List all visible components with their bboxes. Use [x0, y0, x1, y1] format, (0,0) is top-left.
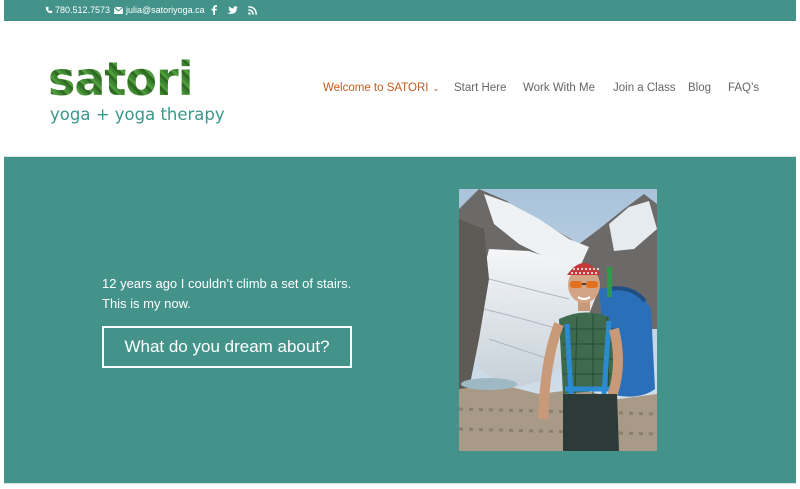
- hero-line-1: 12 years ago I couldn’t climb a set of s…: [102, 276, 352, 291]
- site-frame: 780.512.7573 julia@satoriyoga.ca satori …: [4, 0, 796, 489]
- twitter-icon: [226, 5, 238, 14]
- facebook-link[interactable]: [208, 4, 220, 16]
- nav-item-blog[interactable]: Blog: [688, 82, 711, 94]
- logo-wordmark: satori: [48, 52, 193, 106]
- email-address: julia@satoriyoga.ca: [126, 5, 205, 15]
- phone-contact[interactable]: 780.512.7573: [45, 5, 110, 15]
- hero-section: 12 years ago I couldn’t climb a set of s…: [4, 157, 796, 483]
- site-header: satori yoga + yoga therapy Welcome to SA…: [4, 21, 796, 157]
- hero-line-2: This is my now.: [102, 296, 191, 311]
- hiker-photo: [459, 189, 657, 451]
- nav-item-welcome[interactable]: Welcome to SATORI ⌄: [323, 82, 439, 94]
- nav-item-join-a-class[interactable]: Join a Class: [613, 82, 676, 94]
- twitter-link[interactable]: [226, 4, 238, 16]
- nav-item-label: Work With Me: [523, 82, 595, 94]
- logo-tagline: yoga + yoga therapy: [50, 105, 225, 124]
- page: 780.512.7573 julia@satoriyoga.ca satori …: [0, 0, 800, 489]
- nav-item-label: Welcome to SATORI: [323, 82, 429, 94]
- dream-cta-button[interactable]: What do you dream about?: [102, 326, 352, 368]
- site-logo[interactable]: satori yoga + yoga therapy: [48, 53, 248, 131]
- mail-icon: [114, 6, 123, 14]
- phone-number: 780.512.7573: [55, 5, 111, 15]
- hiker-photo-illustration: [459, 189, 657, 451]
- nav-item-label: Blog: [688, 82, 712, 94]
- hero-text: 12 years ago I couldn’t climb a set of s…: [102, 274, 351, 314]
- chevron-down-icon: ⌄: [432, 83, 440, 93]
- nav-item-start-here[interactable]: Start Here: [454, 82, 506, 94]
- section-divider: [4, 483, 796, 484]
- facebook-icon: [211, 5, 217, 15]
- email-contact[interactable]: julia@satoriyoga.ca: [114, 5, 205, 15]
- top-bar: 780.512.7573 julia@satoriyoga.ca: [4, 0, 796, 21]
- rss-icon: [247, 5, 257, 15]
- phone-icon: [45, 6, 53, 14]
- rss-link[interactable]: [246, 4, 258, 16]
- nav-item-label: Join a Class: [613, 82, 676, 94]
- nav-item-faqs[interactable]: FAQ’s: [728, 82, 759, 94]
- nav-item-label: Start Here: [454, 82, 507, 94]
- nav-item-label: FAQ’s: [728, 82, 760, 94]
- nav-item-work-with-me[interactable]: Work With Me: [523, 82, 595, 94]
